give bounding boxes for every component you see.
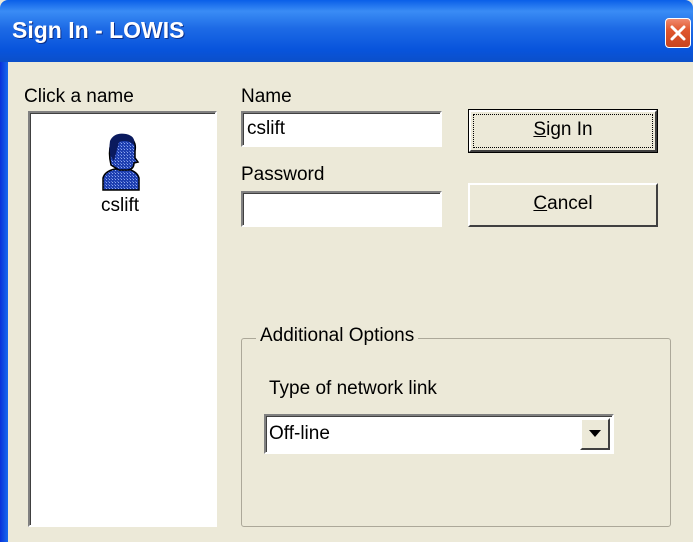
password-label: Password	[241, 164, 325, 185]
name-label: Name	[241, 86, 292, 107]
sign-in-label: ign In	[546, 119, 593, 140]
chevron-down-icon	[589, 430, 601, 437]
cancel-accel: C	[533, 193, 548, 214]
focus-rect: Sign In	[473, 114, 653, 148]
sign-in-accel: S	[533, 119, 547, 140]
cancel-label: ancel	[547, 193, 593, 214]
user-name: cslift	[101, 195, 139, 216]
name-field[interactable]: cslift	[241, 111, 442, 147]
additional-options-legend: Additional Options	[256, 325, 419, 347]
user-avatar-icon	[102, 133, 140, 191]
network-link-label: Type of network link	[269, 378, 437, 399]
window-frame-left	[0, 62, 8, 542]
close-icon	[670, 25, 686, 41]
window-title: Sign In - LOWIS	[12, 17, 185, 43]
dropdown-button[interactable]	[580, 418, 610, 450]
list-item[interactable]: cslift	[70, 131, 170, 217]
sign-in-button[interactable]: Sign In	[468, 109, 658, 153]
user-list[interactable]: cslift	[28, 111, 217, 527]
users-label: Click a name	[24, 86, 134, 107]
close-button[interactable]	[665, 18, 691, 48]
network-link-value: Off-line	[269, 423, 330, 444]
cancel-button[interactable]: Cancel	[468, 183, 658, 227]
network-link-select[interactable]: Off-line	[264, 414, 614, 454]
title-bar[interactable]: Sign In - LOWIS	[0, 0, 693, 62]
password-field[interactable]	[241, 191, 442, 227]
